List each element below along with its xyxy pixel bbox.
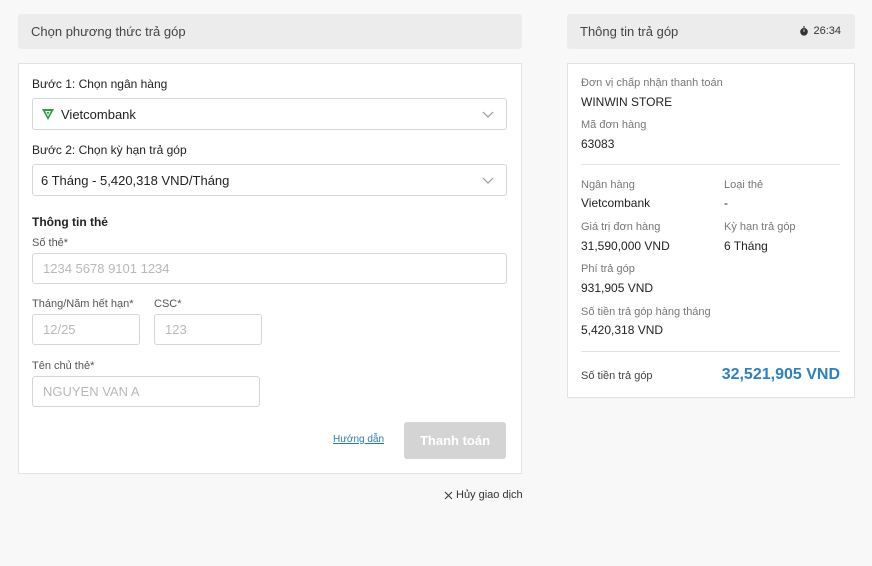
countdown-timer: 26:34 [799,25,841,37]
installment-summary: Đơn vị chấp nhận thanh toán WINWIN STORE… [567,63,855,398]
total-label: Số tiền trả góp [581,370,653,382]
installment-info-title: Thông tin trả góp [580,24,679,39]
close-icon [444,491,453,499]
chevron-down-icon [482,111,494,118]
order-amount-value: 31,590,000 VND [581,239,670,253]
step2-label: Bước 2: Chọn kỳ hạn trả góp [32,143,187,157]
term-label: Kỳ hạn trả góp [724,221,796,233]
installment-method-header: Chọn phương thức trả góp [18,14,522,49]
installment-info-header: Thông tin trả góp 26:34 [567,14,855,49]
card-info-title: Thông tin thẻ [32,215,108,229]
monthly-payment-value: 5,420,318 VND [581,323,664,337]
card-type-value: - [724,196,728,210]
step1-label: Bước 1: Chọn ngân hàng [32,77,168,91]
divider [581,351,840,352]
term-value: 6 Tháng [724,239,768,253]
card-number-input[interactable] [32,253,507,284]
guide-link[interactable]: Hướng dẫn [333,434,384,445]
fee-value: 931,905 VND [581,281,654,295]
csc-input[interactable] [154,314,262,345]
total-value: 32,521,905 VND [721,366,840,383]
chevron-down-icon [482,177,494,184]
term-select-value: 6 Tháng - 5,420,318 VND/Tháng [41,172,230,188]
order-id-value: 63083 [581,137,615,151]
monthly-payment-label: Số tiền trả góp hàng tháng [581,306,711,318]
bank-label: Ngân hàng [581,179,635,191]
card-type-label: Loại thẻ [724,179,764,191]
card-holder-input[interactable] [32,376,260,407]
merchant-label: Đơn vị chấp nhận thanh toán [581,77,723,89]
fee-label: Phí trả góp [581,263,635,275]
merchant-value: WINWIN STORE [581,95,673,109]
bank-select[interactable]: Vietcombank [32,98,507,130]
expiry-label: Tháng/Năm hết hạn* [32,298,134,310]
order-amount-label: Giá trị đơn hàng [581,221,661,233]
cancel-transaction-link[interactable]: Hủy giao dịch [444,489,523,501]
expiry-input[interactable] [32,314,140,345]
card-holder-label: Tên chủ thẻ* [32,360,95,372]
stopwatch-icon [800,26,809,36]
vietcombank-logo-icon [42,109,54,120]
bank-value: Vietcombank [581,196,651,210]
csc-label: CSC* [154,298,182,310]
installment-form: Bước 1: Chọn ngân hàng Vietcombank Bước … [18,63,522,474]
order-id-label: Mã đơn hàng [581,119,647,131]
cancel-transaction-label: Hủy giao dịch [456,489,523,501]
term-select[interactable]: 6 Tháng - 5,420,318 VND/Tháng [32,164,507,196]
timer-value: 26:34 [813,25,841,37]
installment-method-title: Chọn phương thức trả góp [31,24,186,39]
pay-button[interactable]: Thanh toán [404,422,506,459]
bank-select-value: Vietcombank [61,106,136,122]
divider [581,164,840,165]
card-number-label: Số thẻ* [32,237,69,249]
